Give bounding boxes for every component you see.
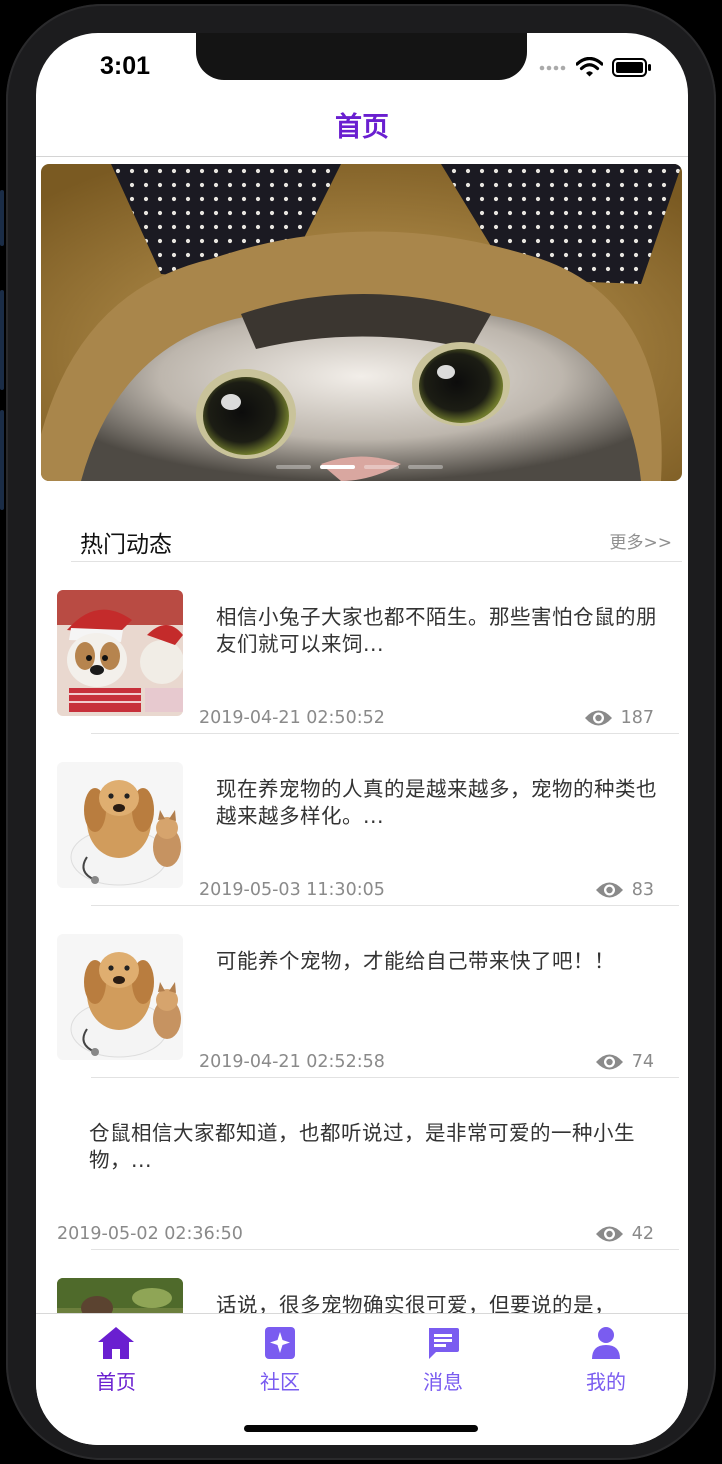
view-count: 74 [595, 1052, 654, 1072]
view-count-value: 83 [631, 880, 654, 900]
tab-label: 社区 [260, 1370, 300, 1394]
banner-image [41, 164, 682, 481]
post-thumbnail [57, 762, 183, 888]
view-count: 187 [584, 708, 654, 728]
wifi-icon [576, 57, 603, 77]
eye-icon [595, 1226, 623, 1242]
post-date: 2019-05-02 02:36:50 [57, 1224, 243, 1244]
post-item[interactable]: 仓鼠相信大家都知道，也都听说过，是非常可爱的一种小生物，... 2019-05-… [41, 1078, 682, 1250]
post-date: 2019-04-21 02:52:58 [199, 1052, 385, 1072]
post-title: 现在养宠物的人真的是越来越多，宠物的种类也越来越多样化。... [216, 777, 657, 828]
home-indicator[interactable] [244, 1425, 478, 1432]
silent-switch [0, 190, 4, 246]
view-count-value: 74 [631, 1052, 654, 1072]
tab-messages[interactable]: 消息 [383, 1326, 503, 1395]
carousel-dot[interactable] [276, 465, 311, 469]
section-header: 热门动态 更多>> [41, 500, 682, 562]
carousel-dot-active[interactable] [320, 465, 355, 469]
nav-divider [36, 156, 688, 157]
post-date: 2019-05-03 11:30:05 [199, 880, 385, 900]
post-item[interactable]: 可能养个宠物，才能给自己带来快了吧！！ 2019-04-21 02:52:58 … [41, 906, 682, 1078]
notch [196, 33, 527, 80]
view-count: 83 [595, 880, 654, 900]
banner-carousel[interactable] [41, 164, 682, 481]
carousel-dot[interactable] [408, 465, 443, 469]
tab-community[interactable]: 社区 [220, 1326, 340, 1395]
view-count-value: 187 [620, 708, 654, 728]
view-count-value: 42 [631, 1224, 654, 1244]
tab-label: 我的 [586, 1370, 626, 1394]
page-title: 首页 [335, 112, 389, 143]
phone-screen: 3:01 首页 热门动态 更多>> 相信小兔子大家也都不陌生。那些害怕仓鼠的朋友… [36, 33, 688, 1445]
status-icons [539, 57, 652, 77]
message-icon [429, 1328, 459, 1359]
post-title: 相信小兔子大家也都不陌生。那些害怕仓鼠的朋友们就可以来饲... [216, 605, 657, 656]
carousel-dot[interactable] [364, 465, 399, 469]
post-thumbnail [57, 590, 183, 716]
post-item[interactable]: 现在养宠物的人真的是越来越多，宠物的种类也越来越多样化。... 2019-05-… [41, 734, 682, 906]
eye-icon [595, 1054, 623, 1070]
community-icon [265, 1327, 295, 1359]
post-title: 仓鼠相信大家都知道，也都听说过，是非常可爱的一种小生物，... [89, 1121, 635, 1172]
tab-label: 消息 [423, 1370, 463, 1394]
volume-up-button [0, 290, 4, 390]
more-link[interactable]: 更多>> [610, 528, 673, 553]
eye-icon [595, 882, 623, 898]
post-date: 2019-04-21 02:50:52 [199, 708, 385, 728]
hot-posts-card: 热门动态 更多>> 相信小兔子大家也都不陌生。那些害怕仓鼠的朋友们就可以来饲..… [41, 500, 682, 1350]
post-title: 可能养个宠物，才能给自己带来快了吧！！ [216, 949, 615, 973]
signal-icon [539, 65, 566, 71]
volume-down-button [0, 410, 4, 510]
battery-icon [612, 57, 651, 77]
carousel-indicator [276, 465, 443, 469]
tab-label: 首页 [96, 1370, 136, 1394]
section-title: 热门动态 [80, 532, 172, 558]
post-item[interactable]: 相信小兔子大家也都不陌生。那些害怕仓鼠的朋友们就可以来饲... 2019-04-… [41, 562, 682, 734]
post-thumbnail [57, 934, 183, 1060]
tab-home[interactable]: 首页 [56, 1326, 176, 1395]
tab-profile[interactable]: 我的 [546, 1326, 666, 1395]
view-count: 42 [595, 1224, 654, 1244]
eye-icon [584, 710, 612, 726]
home-icon [98, 1327, 134, 1359]
profile-icon [592, 1327, 620, 1359]
status-time: 3:01 [100, 52, 151, 80]
